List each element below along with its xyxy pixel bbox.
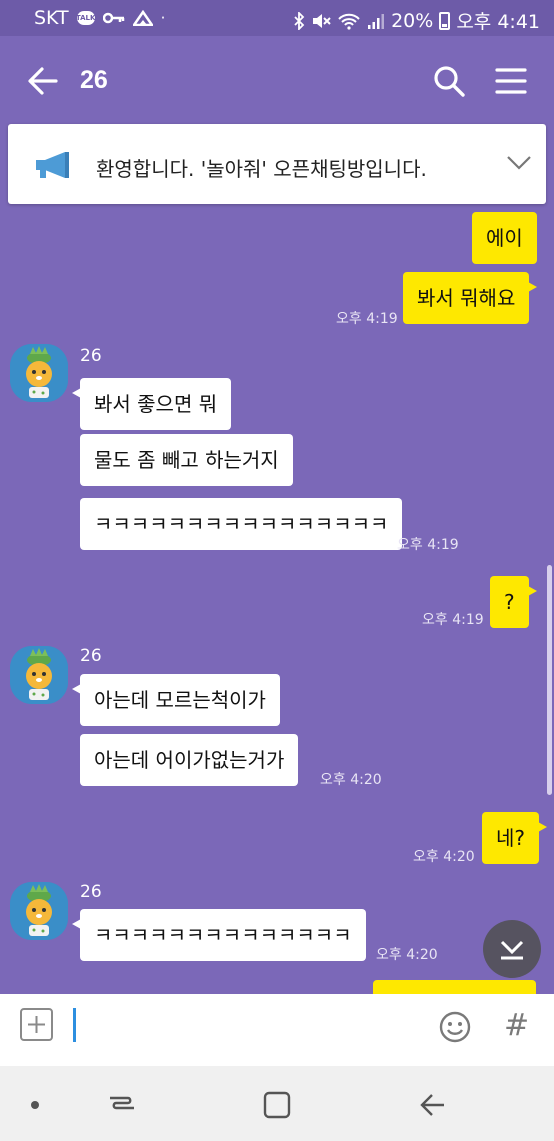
my-message-bubble[interactable]: 에이 bbox=[472, 212, 537, 264]
search-icon[interactable] bbox=[432, 64, 466, 98]
ryan-character-icon bbox=[10, 646, 68, 704]
other-message-bubble[interactable]: ㅋㅋㅋㅋㅋㅋㅋㅋㅋㅋㅋㅋㅋㅋㅋㅋ bbox=[80, 498, 403, 550]
message-time: 오후 4:19 bbox=[336, 311, 398, 327]
hash-icon[interactable]: # bbox=[504, 1008, 529, 1043]
mountain-icon bbox=[132, 10, 153, 26]
avatar[interactable] bbox=[10, 646, 68, 704]
message-time: 오후 4:19 bbox=[422, 612, 484, 628]
avatar[interactable] bbox=[10, 344, 68, 402]
message-time: 오후 4:20 bbox=[413, 849, 475, 865]
mute-icon bbox=[313, 13, 331, 28]
dot-indicator-icon bbox=[31, 1101, 39, 1109]
message-time: 오후 4:20 bbox=[320, 772, 382, 788]
notice-banner[interactable]: 환영합니다. '놀아줘' 오픈채팅방입니다. bbox=[8, 124, 546, 204]
scroll-to-bottom-icon bbox=[500, 940, 524, 960]
my-message-bubble-partial[interactable] bbox=[373, 980, 536, 994]
message-input-bar: # bbox=[0, 994, 554, 1066]
bluetooth-icon bbox=[294, 11, 305, 30]
carrier-label: SKT bbox=[34, 7, 69, 29]
back-nav-icon[interactable] bbox=[418, 1090, 448, 1120]
chat-title: 26 bbox=[80, 66, 108, 94]
sender-name: 26 bbox=[80, 346, 102, 366]
recent-apps-icon[interactable] bbox=[108, 1090, 136, 1118]
sender-name: 26 bbox=[80, 646, 102, 666]
key-icon bbox=[102, 12, 124, 24]
clock: 오후 4:41 bbox=[456, 11, 540, 33]
other-message-bubble[interactable]: 아는데 모르는척이가 bbox=[72, 674, 280, 726]
home-icon[interactable] bbox=[262, 1090, 292, 1120]
hamburger-menu-icon[interactable] bbox=[495, 66, 527, 96]
chat-message-list[interactable]: 에이 봐서 뭐해요 오후 4:19 26 봐서 좋으면 뭐 물도 좀 빼고 하는… bbox=[0, 204, 554, 994]
sender-name: 26 bbox=[80, 882, 102, 902]
avatar[interactable] bbox=[10, 882, 68, 940]
chat-header: 26 bbox=[0, 36, 554, 124]
message-input-field[interactable] bbox=[73, 1008, 76, 1042]
ryan-character-icon bbox=[10, 882, 68, 940]
arrow-left-icon[interactable] bbox=[26, 64, 60, 98]
dot-icon: · bbox=[160, 9, 166, 27]
other-message-bubble[interactable]: 봐서 좋으면 뭐 bbox=[71, 378, 232, 430]
my-message-bubble[interactable]: 봐서 뭐해요 bbox=[403, 272, 538, 324]
message-time: 오후 4:20 bbox=[376, 947, 438, 963]
scroll-to-bottom-button[interactable] bbox=[483, 920, 541, 978]
signal-icon bbox=[368, 13, 385, 29]
other-message-bubble[interactable]: 아는데 어이가없는거가 bbox=[80, 734, 299, 786]
ryan-character-icon bbox=[10, 344, 68, 402]
talk-notification-icon: TALK bbox=[76, 11, 95, 25]
my-message-bubble[interactable]: 네? bbox=[482, 812, 548, 864]
status-bar: SKT TALK · 20% 오후 4:41 bbox=[0, 0, 554, 36]
battery-percent: 20% bbox=[391, 9, 434, 32]
chevron-down-icon[interactable] bbox=[506, 154, 532, 172]
other-message-bubble[interactable]: ㅋㅋㅋㅋㅋㅋㅋㅋㅋㅋㅋㅋㅋㅋ bbox=[72, 909, 366, 961]
message-time: 오후 4:19 bbox=[397, 537, 459, 553]
system-navigation-bar bbox=[0, 1066, 554, 1141]
notice-text: 환영합니다. '놀아줘' 오픈채팅방입니다. bbox=[96, 157, 427, 181]
other-message-bubble[interactable]: 물도 좀 빼고 하는거지 bbox=[80, 434, 293, 486]
my-message-bubble[interactable]: ? bbox=[490, 576, 537, 628]
scrollbar[interactable] bbox=[547, 565, 552, 795]
megaphone-icon bbox=[36, 152, 69, 178]
wifi-icon bbox=[338, 13, 360, 30]
smiley-icon[interactable] bbox=[438, 1010, 472, 1044]
battery-icon bbox=[439, 11, 451, 30]
plus-square-icon[interactable] bbox=[20, 1008, 53, 1041]
